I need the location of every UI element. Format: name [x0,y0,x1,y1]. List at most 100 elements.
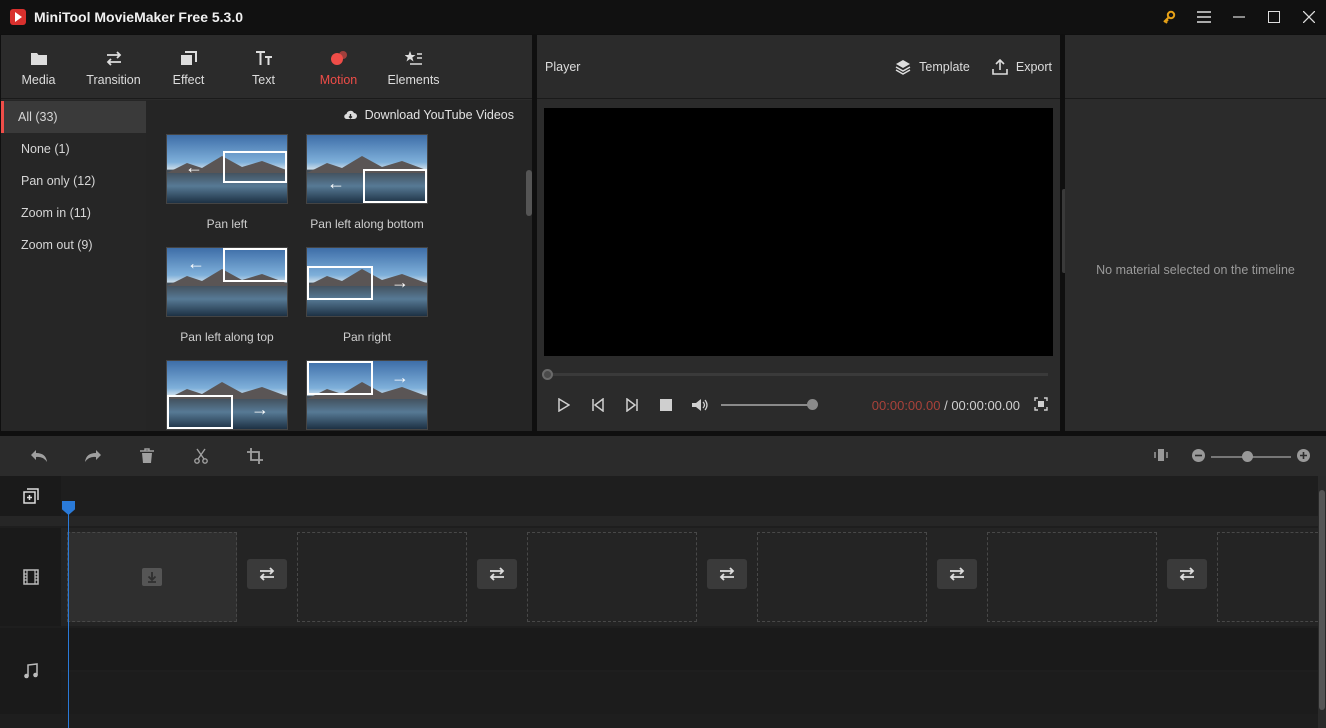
preview-screen[interactable] [544,108,1053,356]
key-icon[interactable] [1151,0,1186,34]
volume-handle[interactable] [807,399,818,410]
transition-slot[interactable] [937,559,977,589]
zoom-slider[interactable] [1211,450,1291,462]
maximize-icon[interactable] [1256,0,1291,34]
folder-icon [30,47,48,69]
motion-item[interactable]: → Pan right [306,247,428,360]
timeline-toolbar [0,436,1326,476]
fullscreen-icon[interactable] [1034,396,1048,414]
media-drop-slot[interactable] [297,532,467,622]
layers-icon [895,59,911,75]
tab-motion[interactable]: Motion [301,35,376,99]
timeline-scrollbar[interactable] [1318,476,1326,728]
library-scrollbar[interactable] [526,170,532,216]
title-bar: MiniTool MovieMaker Free 5.3.0 [0,0,1326,34]
motion-label: Pan left along top [180,330,274,344]
playhead-line [68,503,69,728]
swap-arrows-icon [719,567,735,581]
template-button[interactable]: Template [895,59,970,75]
audio-track-header [0,628,61,714]
minimize-icon[interactable] [1221,0,1256,34]
stop-icon[interactable] [649,399,683,411]
motion-thumbnail: → [306,247,428,317]
elements-icon [404,47,423,69]
time-display: 00:00:00.00 / 00:00:00.00 [872,398,1020,413]
swap-arrows-icon [105,47,123,69]
media-drop-slot[interactable] [67,532,237,622]
download-youtube-button[interactable]: Download YouTube Videos [343,108,514,122]
add-track-button[interactable] [0,476,61,516]
seek-bar[interactable] [542,369,1048,380]
volume-slider[interactable] [721,399,818,410]
media-drop-slot[interactable] [757,532,927,622]
motion-thumbnail: → [166,360,288,430]
properties-panel: No material selected on the timeline [1065,35,1326,431]
zoom-controls [1154,448,1310,465]
motion-icon [330,47,348,69]
tab-label: Motion [319,73,358,87]
time-ruler[interactable] [61,476,1318,516]
motion-thumbnail: → [306,360,428,430]
add-track-icon [22,488,39,504]
category-none[interactable]: None (1) [1,133,146,165]
tab-label: Transition [86,73,141,87]
category-zoom-in[interactable]: Zoom in (11) [1,197,146,229]
motion-thumbnail: ← [306,134,428,204]
delete-icon[interactable] [120,448,174,464]
library-panel: Media Transition Effect Text Motion Elem… [1,35,532,431]
media-drop-slot[interactable] [527,532,697,622]
play-icon[interactable] [547,398,581,412]
menu-icon[interactable] [1186,0,1221,34]
close-icon[interactable] [1291,0,1326,34]
next-frame-icon[interactable] [615,398,649,412]
crop-icon[interactable] [228,448,282,464]
motion-item[interactable]: ← Pan left along top [166,247,288,360]
motion-item[interactable]: ← Pan left along bottom [306,134,428,247]
video-track[interactable] [61,528,1318,626]
template-label: Template [919,59,970,74]
split-icon[interactable] [174,448,228,464]
zoom-handle[interactable] [1242,450,1253,462]
import-icon [142,568,162,586]
text-icon [255,47,273,69]
redo-icon[interactable] [66,449,120,463]
motion-item[interactable]: ← Pan left [166,134,288,247]
video-track-header [0,528,61,626]
app-title: MiniTool MovieMaker Free 5.3.0 [34,9,244,25]
audio-track[interactable] [61,628,1318,670]
audio-track-extra[interactable] [61,672,1318,714]
tab-elements[interactable]: Elements [376,35,451,99]
player-title: Player [545,59,581,74]
fit-timeline-icon[interactable] [1154,448,1168,465]
transition-slot[interactable] [247,559,287,589]
transition-slot[interactable] [1167,559,1207,589]
motion-item[interactable]: → [166,360,288,431]
category-list: All (33) None (1) Pan only (12) Zoom in … [1,100,146,431]
motion-item[interactable]: → [306,360,428,431]
swap-arrows-icon [259,567,275,581]
timeline [0,476,1318,728]
motion-label: Pan left along bottom [310,217,424,231]
transition-slot[interactable] [477,559,517,589]
export-button[interactable]: Export [992,58,1052,75]
transition-slot[interactable] [707,559,747,589]
tab-transition[interactable]: Transition [76,35,151,99]
zoom-out-icon[interactable] [1192,448,1205,465]
category-pan-only[interactable]: Pan only (12) [1,165,146,197]
tab-effect[interactable]: Effect [151,35,226,99]
category-all[interactable]: All (33) [1,101,146,133]
volume-icon[interactable] [683,398,717,412]
undo-icon[interactable] [12,449,66,463]
tab-media[interactable]: Media [1,35,76,99]
tab-label: Text [252,73,275,87]
media-drop-slot[interactable] [1217,532,1318,622]
category-zoom-out[interactable]: Zoom out (9) [1,229,146,261]
zoom-in-icon[interactable] [1297,448,1310,465]
previous-frame-icon[interactable] [581,398,615,412]
current-time: 00:00:00.00 [871,397,941,413]
film-icon [22,569,39,585]
media-drop-slot[interactable] [987,532,1157,622]
tab-text[interactable]: Text [226,35,301,99]
media-toolbar: Media Transition Effect Text Motion Elem… [1,35,532,99]
seek-handle[interactable] [542,369,553,380]
